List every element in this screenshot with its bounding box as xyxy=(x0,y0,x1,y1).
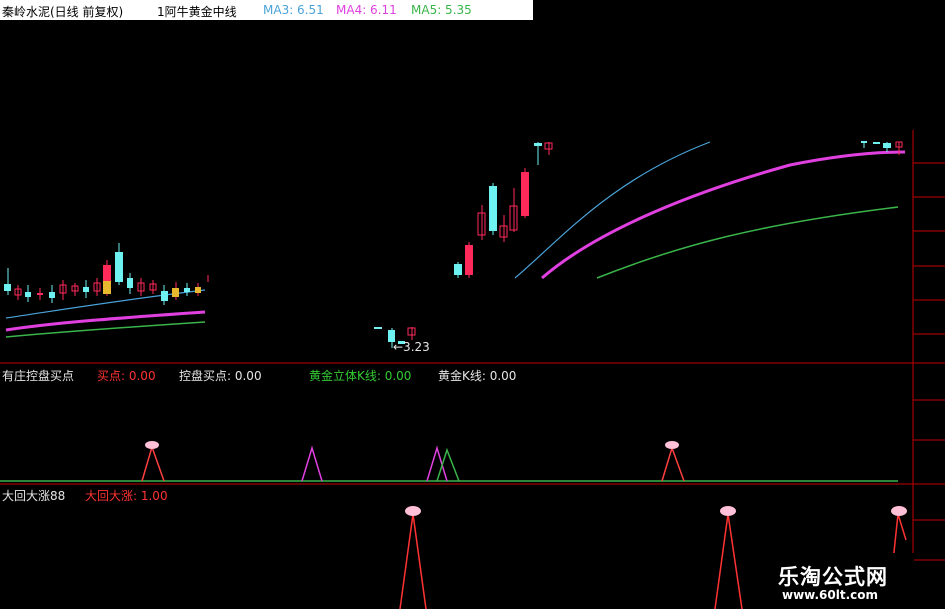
indicator-2-name: 大回大涨88 xyxy=(2,489,66,503)
flower-marker xyxy=(405,506,907,516)
ma3-label: MA3: 6.51 xyxy=(263,3,324,17)
ma4-line xyxy=(5,150,906,332)
chart-header: 秦岭水泥(日线 前复权) 1阿牛黄金中线 MA3: 6.51 MA4: 6.11… xyxy=(0,0,533,20)
buy-point-value: 买点: 0.00 xyxy=(97,369,156,383)
indicator-1-name: 有庄控盘买点 xyxy=(2,369,75,383)
ma4-label: MA4: 6.11 xyxy=(336,3,397,17)
big-rise-value: 大回大涨: 1.00 xyxy=(85,489,168,503)
golden-3d-kline-value: 黄金立体K线: 0.00 xyxy=(309,369,412,383)
stock-title: 秦岭水泥(日线 前复权) xyxy=(2,5,124,19)
stock-chart-canvas xyxy=(0,130,945,609)
watermark-url: www.60lt.com xyxy=(782,588,879,602)
low-price-label: ←3.23 xyxy=(393,340,430,354)
watermark-site-name: 乐淘公式网 xyxy=(778,565,888,589)
golden-kline-value: 黄金K线: 0.00 xyxy=(438,369,517,383)
flower-marker xyxy=(145,441,679,449)
ma3-line xyxy=(5,141,711,319)
ma5-label: MA5: 5.35 xyxy=(411,3,472,17)
price-axis-ticks xyxy=(913,162,945,561)
indicator-1-plot xyxy=(0,441,898,482)
ma-lines xyxy=(5,141,906,338)
control-buy-point-value: 控盘买点: 0.00 xyxy=(179,369,262,383)
indicator-name: 1阿牛黄金中线 xyxy=(157,5,237,19)
